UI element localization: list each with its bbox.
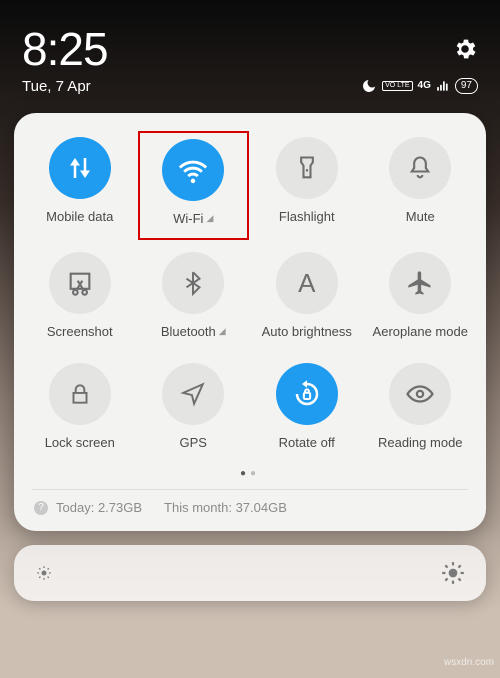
gear-icon	[452, 36, 478, 62]
tile-mobile-data[interactable]: Mobile data	[24, 131, 136, 240]
bell-icon	[389, 137, 451, 199]
flashlight-icon	[276, 137, 338, 199]
eye-icon	[389, 363, 451, 425]
signal-bars-icon	[436, 79, 450, 93]
signal-4g: 4G	[418, 80, 431, 91]
bluetooth-icon	[162, 252, 224, 314]
quick-settings-panel: Mobile data Wi-Fi◢ Flashlight Mute Scree	[14, 113, 486, 531]
data-usage-row[interactable]: ? Today: 2.73GB This month: 37.04GB	[24, 490, 476, 521]
tile-bluetooth[interactable]: Bluetooth◢	[138, 246, 250, 351]
status-icons: VO LTE 4G 97	[361, 78, 478, 94]
tile-rotate-off[interactable]: Rotate off	[251, 357, 363, 462]
volte-badge: VO LTE	[382, 81, 412, 91]
airplane-icon	[389, 252, 451, 314]
clock: 8:25	[22, 22, 478, 76]
tile-wifi[interactable]: Wi-Fi◢	[138, 131, 250, 240]
tile-lock-screen[interactable]: Lock screen	[24, 357, 136, 462]
page-indicator[interactable]: ●●	[24, 462, 476, 489]
tile-aeroplane-mode[interactable]: Aeroplane mode	[365, 246, 477, 351]
tile-flashlight[interactable]: Flashlight	[251, 131, 363, 240]
mobile-data-icon	[49, 137, 111, 199]
expand-icon: ◢	[206, 213, 213, 224]
tile-reading-mode[interactable]: Reading mode	[365, 357, 477, 462]
status-bar: 8:25 Tue, 7 Apr VO LTE 4G 97	[0, 0, 500, 101]
location-arrow-icon	[162, 363, 224, 425]
info-icon: ?	[34, 501, 48, 515]
watermark: wsxdn.com	[444, 657, 494, 668]
tile-mute[interactable]: Mute	[365, 131, 477, 240]
brightness-low-icon	[34, 563, 54, 583]
settings-button[interactable]	[452, 36, 478, 67]
wifi-icon	[162, 139, 224, 201]
tiles-grid: Mobile data Wi-Fi◢ Flashlight Mute Scree	[24, 131, 476, 462]
dnd-moon-icon	[361, 78, 377, 94]
expand-icon: ◢	[219, 326, 226, 337]
brightness-slider[interactable]	[14, 545, 486, 601]
auto-brightness-icon: A	[276, 252, 338, 314]
brightness-high-icon	[440, 560, 466, 586]
date: Tue, 7 Apr	[22, 78, 91, 95]
scissors-icon	[49, 252, 111, 314]
rotate-lock-icon	[276, 363, 338, 425]
tile-gps[interactable]: GPS	[138, 357, 250, 462]
lock-icon	[49, 363, 111, 425]
tile-screenshot[interactable]: Screenshot	[24, 246, 136, 351]
battery-pill: 97	[455, 78, 478, 94]
tile-auto-brightness[interactable]: A Auto brightness	[251, 246, 363, 351]
